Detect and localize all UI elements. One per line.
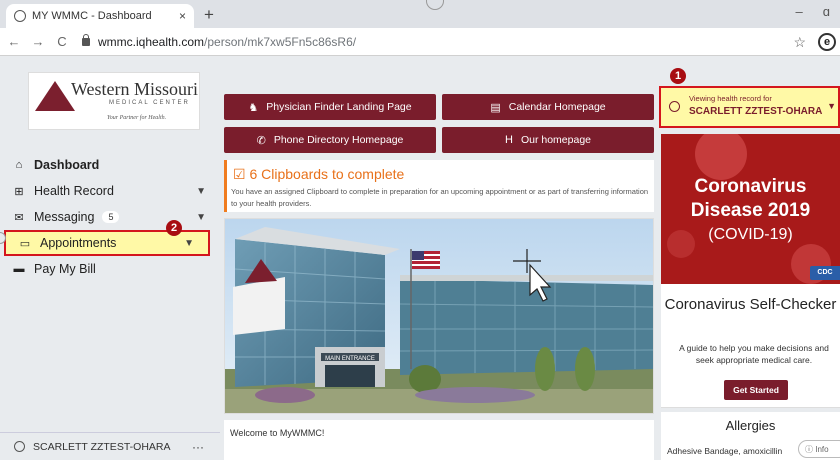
physician-finder-button[interactable]: ♞ Physician Finder Landing Page [224, 94, 436, 120]
chevron-down-icon[interactable]: ▼ [196, 212, 206, 223]
allergies-title: Allergies [725, 418, 776, 433]
button-label: Our homepage [520, 134, 591, 146]
welcome-message: Welcome to MyWMMC! [224, 420, 654, 460]
url-field[interactable]: wmmc.iqhealth.com/person/mk7xw5Fn5c86sR6… [98, 35, 356, 49]
covid-title-line2: Disease 2019 [690, 200, 811, 221]
profile-icon[interactable]: e [818, 33, 836, 51]
self-checker-title: Coronavirus Self-Checker [664, 296, 837, 313]
logo-triangle-icon [35, 81, 75, 111]
self-checker-description: A guide to help you make decisions and s… [679, 343, 829, 365]
new-tab-button[interactable]: + [204, 5, 214, 25]
browser-tab[interactable]: MY WMMC - Dashboard × [6, 4, 194, 28]
calendar-homepage-button[interactable]: ▤ Calendar Homepage [442, 94, 654, 120]
wmmc-logo[interactable]: Western Missouri MEDICAL CENTER Your Par… [28, 72, 200, 130]
clipboards-card[interactable]: ☑ 6 Clipboards to complete You have an a… [224, 160, 654, 212]
cdc-logo: CDC [810, 266, 840, 280]
phone-icon: ✆ [256, 134, 266, 147]
address-bar: ← → C wmmc.iqhealth.com/person/mk7xw5Fn5… [0, 28, 840, 56]
sidebar-item-pay-my-bill[interactable]: ▬ Pay My Bill [0, 256, 220, 282]
sidebar-item-messaging[interactable]: ✉ Messaging 5 ▼ [0, 204, 220, 230]
info-button[interactable]: ⓘ Info [798, 440, 840, 458]
clipboards-title-text: 6 Clipboards to complete [249, 166, 405, 182]
url-path: /person/mk7xw5Fn5c86sR6/ [204, 34, 357, 49]
self-checker-card: Coronavirus Self-Checker A guide to help… [661, 284, 840, 408]
sidebar-item-label: Appointments [40, 236, 117, 250]
sidebar-item-label: Messaging [34, 210, 95, 224]
health-record-name: SCARLETT ZZTEST-OHARA [689, 106, 823, 117]
globe-icon [14, 10, 26, 22]
step-marker-2: 2 [166, 220, 182, 236]
logo-subtitle: MEDICAL CENTER [109, 100, 190, 106]
sidebar: Western Missouri MEDICAL CENTER Your Par… [0, 56, 220, 460]
hospital-icon: H [505, 134, 513, 146]
user-icon [14, 441, 25, 452]
phone-directory-button[interactable]: ✆ Phone Directory Homepage [224, 127, 436, 153]
calendar-icon: ▭ [19, 237, 31, 250]
allergies-value: Adhesive Bandage, amoxicillin [667, 446, 783, 456]
covid-title-line1: Coronavirus [694, 176, 807, 197]
hospital-photo: MAIN ENTRANCE [224, 218, 654, 414]
sidebar-item-label: Health Record [34, 184, 114, 198]
tab-title: MY WMMC - Dashboard [32, 10, 152, 22]
minimize-button[interactable]: – [796, 4, 803, 19]
button-label: Phone Directory Homepage [273, 134, 404, 146]
hospital-building-image: MAIN ENTRANCE [225, 219, 653, 413]
step-marker-1: 1 [670, 68, 686, 84]
our-homepage-button[interactable]: H Our homepage [442, 127, 654, 153]
clipboards-title[interactable]: ☑ 6 Clipboards to complete [233, 166, 404, 183]
health-record-label: Viewing health record for [689, 94, 772, 103]
medical-record-icon: ⊞ [14, 185, 24, 198]
envelope-icon: ✉ [14, 211, 24, 224]
back-icon[interactable]: ← [4, 34, 24, 49]
user-menu[interactable]: SCARLETT ZZTEST-OHARA ··· [0, 432, 220, 460]
window-controls: – ɑ [796, 4, 830, 19]
logo-name: Western Missouri [71, 79, 199, 99]
sidebar-item-label: Pay My Bill [34, 262, 96, 276]
button-label: Calendar Homepage [508, 101, 606, 113]
bookmark-star-icon[interactable]: ☆ [793, 34, 806, 51]
button-label: Physician Finder Landing Page [266, 101, 412, 113]
drag-handle-icon [426, 0, 444, 10]
url-host: wmmc.iqhealth.com [98, 34, 205, 49]
sidebar-item-dashboard[interactable]: ⌂ Dashboard [0, 152, 220, 178]
entrance-sign: MAIN ENTRANCE [325, 356, 375, 362]
user-circle-icon [669, 101, 680, 112]
chevron-down-icon[interactable]: ▼ [196, 186, 206, 197]
browser-tab-bar: MY WMMC - Dashboard × + – ɑ [0, 0, 840, 28]
restore-button[interactable]: ɑ [823, 4, 830, 19]
covid-title-line3: (COVID-19) [708, 226, 793, 243]
logo-tagline: Your Partner for Health. [107, 115, 167, 121]
unread-count-badge: 5 [102, 211, 120, 223]
calendar-icon: ▤ [490, 101, 501, 114]
user-name: SCARLETT ZZTEST-OHARA [33, 440, 171, 453]
home-icon: ⌂ [15, 159, 23, 171]
clipboards-description: You have an assigned Clipboard to comple… [231, 187, 649, 208]
more-options-icon[interactable]: ··· [192, 440, 204, 454]
sidebar-item-health-record[interactable]: ⊞ Health Record ▼ [0, 178, 220, 204]
credit-card-icon: ▬ [13, 263, 25, 275]
physician-icon: ♞ [248, 101, 259, 114]
health-record-selector[interactable]: Viewing health record for SCARLETT ZZTES… [659, 86, 840, 128]
forward-icon[interactable]: → [28, 34, 48, 49]
clipboard-icon: ☑ [233, 166, 250, 182]
get-started-button[interactable]: Get Started [724, 380, 788, 400]
chevron-down-icon[interactable]: ▼ [184, 238, 194, 249]
tab-close-icon[interactable]: × [179, 9, 186, 23]
reload-icon[interactable]: C [52, 34, 72, 49]
chevron-down-icon[interactable]: ▼ [827, 101, 836, 111]
covid-banner[interactable]: Coronavirus Disease 2019 (COVID-19) CDC [661, 134, 840, 284]
sidebar-item-label: Dashboard [34, 158, 100, 172]
lock-icon[interactable] [82, 33, 90, 46]
